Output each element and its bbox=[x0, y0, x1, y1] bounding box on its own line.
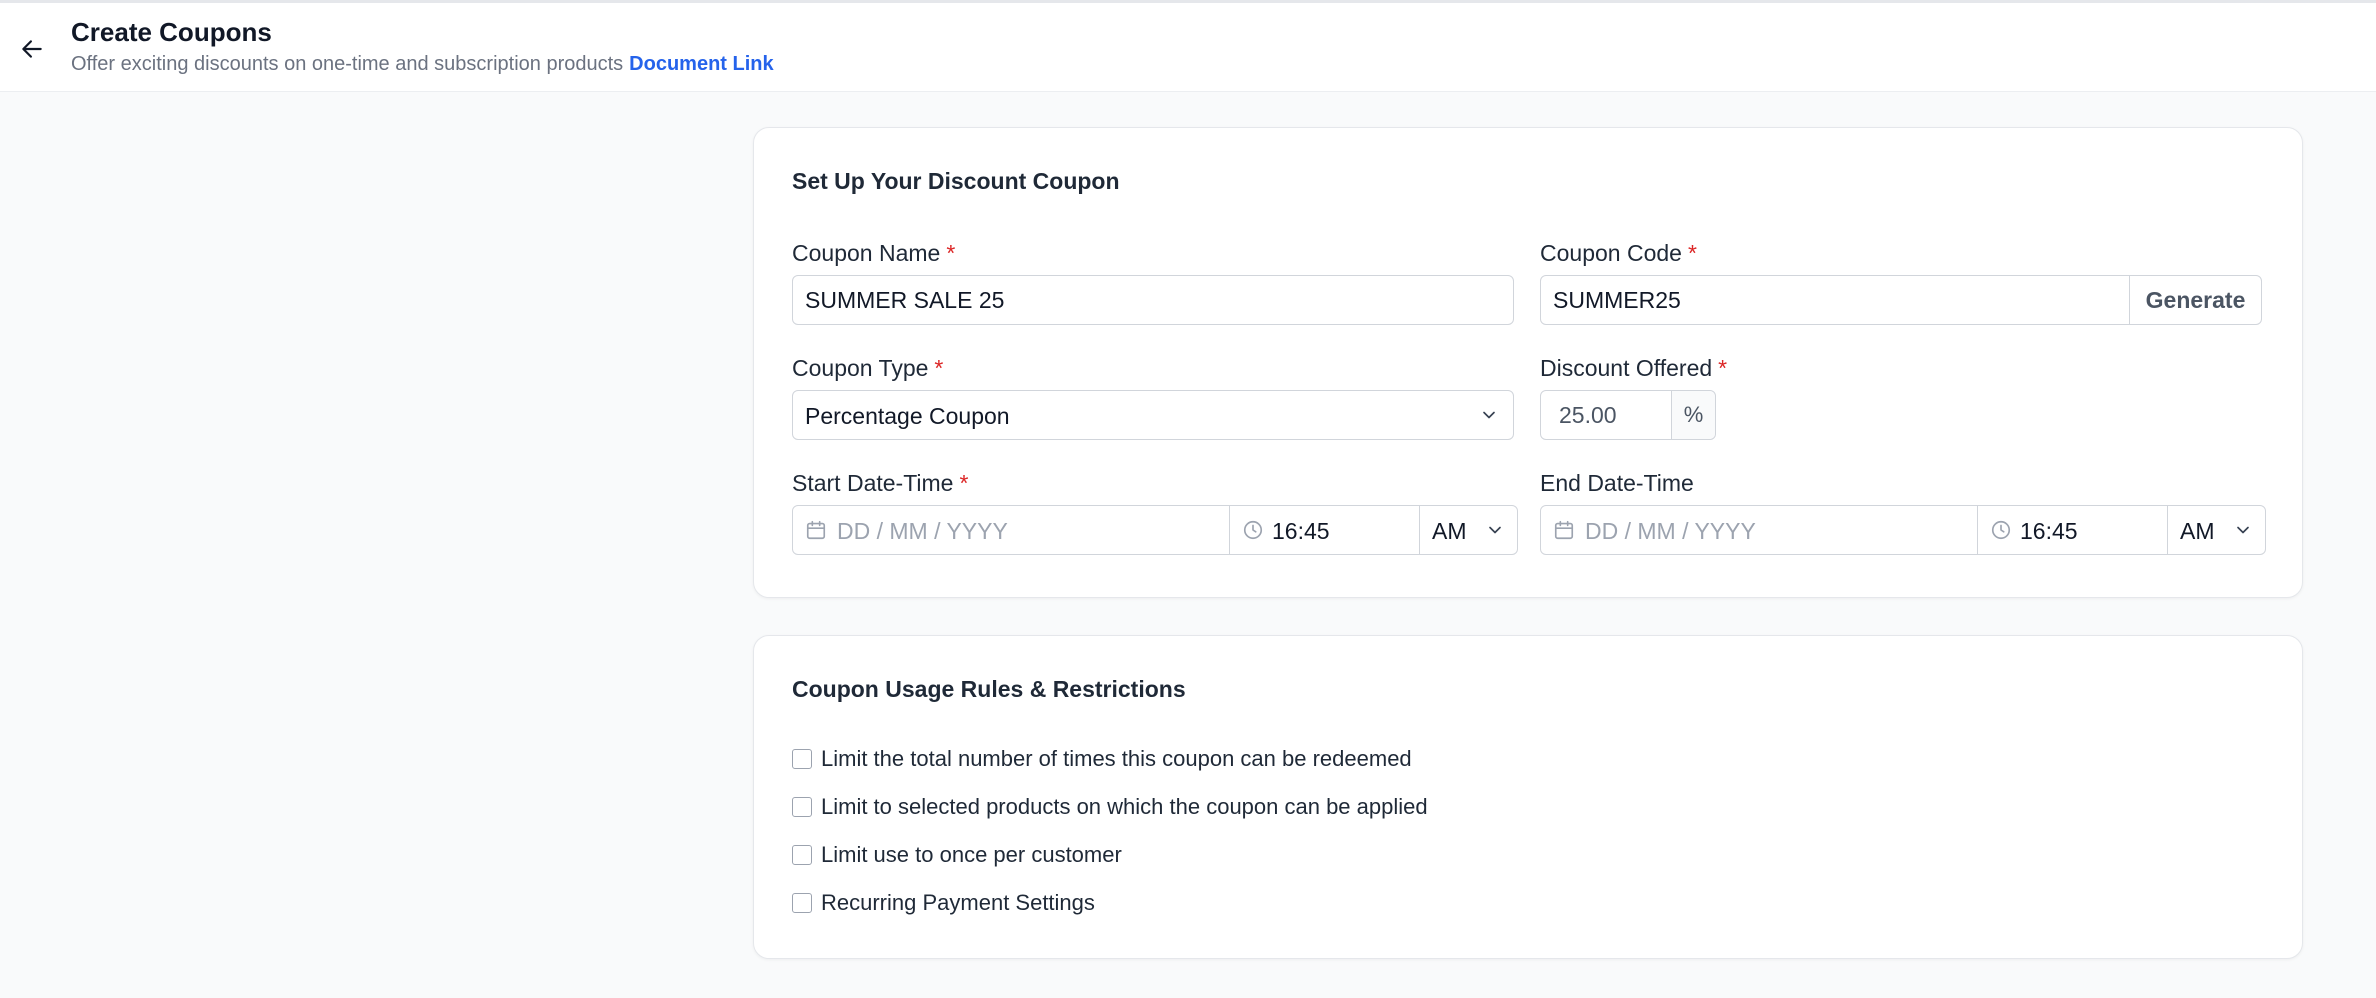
back-button[interactable] bbox=[14, 31, 50, 67]
coupon-name-input[interactable] bbox=[805, 276, 1501, 324]
start-datetime-label-text: Start Date-Time bbox=[792, 470, 954, 496]
calendar-icon bbox=[1554, 520, 1574, 540]
end-time-input[interactable]: 16:45 bbox=[1978, 506, 2167, 554]
page-subtitle: Offer exciting discounts on one-time and… bbox=[71, 53, 774, 76]
chevron-down-icon bbox=[1489, 526, 1501, 534]
discount-field: % bbox=[1540, 390, 1716, 440]
rule-option-recurring-payment[interactable]: Recurring Payment Settings bbox=[792, 890, 1095, 916]
percent-suffix: % bbox=[1671, 391, 1715, 439]
clock-icon bbox=[1991, 520, 2011, 540]
start-time-input[interactable]: 16:45 bbox=[1230, 506, 1419, 554]
coupon-name-field bbox=[792, 275, 1514, 325]
coupon-type-label: Coupon Type * bbox=[792, 355, 943, 382]
start-ampm-value: AM bbox=[1432, 518, 1467, 544]
rule-option-label: Recurring Payment Settings bbox=[821, 890, 1095, 915]
end-time-value: 16:45 bbox=[2020, 518, 2078, 544]
required-mark: * bbox=[934, 355, 944, 381]
rules-card-title: Coupon Usage Rules & Restrictions bbox=[792, 676, 1186, 702]
required-mark: * bbox=[1687, 240, 1697, 266]
subtitle-text: Offer exciting discounts on one-time and… bbox=[71, 53, 624, 75]
coupon-code-field: Generate bbox=[1540, 275, 2262, 325]
page-title: Create Coupons bbox=[71, 17, 272, 47]
end-datetime-label: End Date-Time bbox=[1540, 470, 1694, 497]
coupon-code-input[interactable] bbox=[1553, 276, 2113, 324]
coupon-code-label-text: Coupon Code bbox=[1540, 240, 1682, 266]
chevron-down-icon bbox=[1483, 411, 1495, 419]
coupon-type-label-text: Coupon Type bbox=[792, 355, 929, 381]
required-mark: * bbox=[959, 470, 969, 496]
start-datetime-field: DD / MM / YYYY 16:45 AM bbox=[792, 505, 1518, 555]
setup-card-title: Set Up Your Discount Coupon bbox=[792, 168, 1120, 194]
end-ampm-select[interactable]: AM bbox=[2168, 506, 2265, 554]
checkbox[interactable] bbox=[792, 893, 812, 913]
arrow-left-icon bbox=[22, 40, 42, 58]
start-ampm-select[interactable]: AM bbox=[1420, 506, 1517, 554]
checkbox[interactable] bbox=[792, 845, 812, 865]
end-date-placeholder: DD / MM / YYYY bbox=[1585, 518, 1756, 544]
start-date-placeholder: DD / MM / YYYY bbox=[837, 518, 1008, 544]
rule-option-label: Limit the total number of times this cou… bbox=[821, 746, 1412, 771]
required-mark: * bbox=[946, 240, 956, 266]
end-datetime-field: DD / MM / YYYY 16:45 AM bbox=[1540, 505, 2266, 555]
rule-option-redemption-limit[interactable]: Limit the total number of times this cou… bbox=[792, 746, 1412, 772]
start-time-value: 16:45 bbox=[1272, 518, 1330, 544]
page-header: Create Coupons Offer exciting discounts … bbox=[0, 3, 2376, 92]
coupon-code-label: Coupon Code * bbox=[1540, 240, 1697, 267]
rule-option-selected-products[interactable]: Limit to selected products on which the … bbox=[792, 794, 1428, 820]
end-ampm-value: AM bbox=[2180, 518, 2215, 544]
rule-option-label: Limit use to once per customer bbox=[821, 842, 1122, 867]
document-link[interactable]: Document Link bbox=[629, 53, 773, 75]
discount-offered-label: Discount Offered * bbox=[1540, 355, 1727, 382]
coupon-rules-card: Coupon Usage Rules & Restrictions Limit … bbox=[753, 635, 2303, 959]
checkbox[interactable] bbox=[792, 797, 812, 817]
coupon-name-label: Coupon Name * bbox=[792, 240, 955, 267]
rule-option-once-per-customer[interactable]: Limit use to once per customer bbox=[792, 842, 1122, 868]
coupon-name-label-text: Coupon Name bbox=[792, 240, 941, 266]
coupon-type-value: Percentage Coupon bbox=[805, 403, 1010, 429]
chevron-down-icon bbox=[2237, 526, 2249, 534]
required-mark: * bbox=[1718, 355, 1728, 381]
clock-icon bbox=[1243, 520, 1263, 540]
checkbox[interactable] bbox=[792, 749, 812, 769]
start-datetime-label: Start Date-Time * bbox=[792, 470, 968, 497]
discount-offered-label-text: Discount Offered bbox=[1540, 355, 1713, 381]
coupon-type-select[interactable]: Percentage Coupon bbox=[792, 390, 1514, 440]
end-date-picker[interactable]: DD / MM / YYYY bbox=[1541, 506, 1977, 554]
rule-option-label: Limit to selected products on which the … bbox=[821, 794, 1428, 819]
end-datetime-label-text: End Date-Time bbox=[1540, 470, 1694, 496]
start-date-picker[interactable]: DD / MM / YYYY bbox=[793, 506, 1229, 554]
coupon-setup-card: Set Up Your Discount Coupon Coupon Name *… bbox=[753, 127, 2303, 598]
generate-button[interactable]: Generate bbox=[2129, 276, 2261, 324]
discount-input[interactable] bbox=[1559, 391, 1669, 439]
calendar-icon bbox=[806, 520, 826, 540]
